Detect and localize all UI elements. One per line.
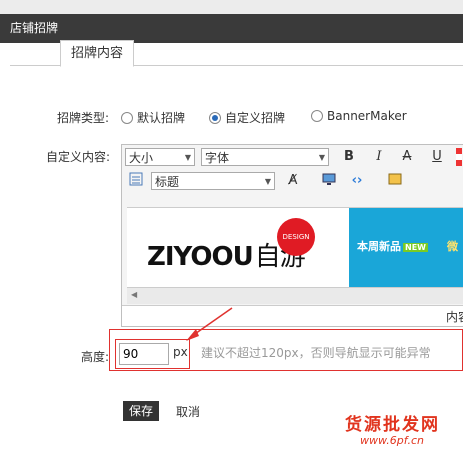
brand-text: ZIYOOU	[147, 242, 254, 272]
chevron-down-icon: ▼	[184, 153, 191, 162]
font-family-select[interactable]: 字体 ▼	[201, 148, 329, 166]
tab-bar: 招牌内容	[10, 37, 463, 67]
chevron-down-icon: ▼	[264, 177, 271, 186]
radio-circle-selected[interactable]	[209, 111, 221, 124]
font-size-value: 大小	[129, 151, 154, 165]
radio-circle[interactable]	[311, 110, 323, 122]
heading-value: 标题	[155, 175, 180, 189]
media-icon[interactable]	[320, 172, 338, 190]
radio-label: 默认招牌	[137, 111, 186, 125]
font-size-select[interactable]: 大小 ▼	[125, 148, 195, 166]
radio-custom-sign[interactable]: 自定义招牌	[209, 109, 285, 126]
strikethrough-button[interactable]: A	[398, 148, 416, 166]
new-products-label: 本周新品 NEW	[357, 238, 428, 254]
banner-right: 本周新品 NEW 微	[349, 208, 463, 288]
design-badge: DESIGN	[277, 218, 315, 256]
rich-text-editor: 大小 ▼ 字体 ▼ B I A U 标题 ▼ A̸ ‹› ZIYOOU自游 DESIG…	[121, 144, 463, 327]
watermark-text: 货源批发网	[345, 415, 440, 435]
heading-select[interactable]: 标题 ▼	[151, 172, 275, 190]
cancel-link[interactable]: 取消	[176, 403, 200, 420]
sign-type-label: 招牌类型:	[57, 111, 110, 125]
radio-bannermaker[interactable]: BannerMaker	[311, 109, 407, 123]
monitor-icon	[322, 173, 336, 185]
height-hint: 建议不超过120px，否则导航显示可能异常	[201, 346, 431, 360]
radio-label: 自定义招牌	[225, 111, 286, 125]
image-icon-svg	[388, 173, 402, 185]
new-products-text: 本周新品	[357, 240, 401, 253]
underline-button[interactable]: U	[428, 148, 446, 166]
height-label: 高度:	[81, 350, 110, 364]
editor-toolbar-2: 标题 ▼ A̸ ‹›	[122, 169, 463, 193]
radio-label: BannerMaker	[327, 109, 407, 123]
height-input-highlight: px	[115, 339, 190, 369]
bold-button[interactable]: B	[340, 148, 358, 166]
editor-content-area[interactable]: ZIYOOU自游 DESIGN 本周新品 NEW 微	[127, 207, 463, 288]
clear-format-icon[interactable]: A̸	[284, 172, 302, 190]
font-family-value: 字体	[205, 151, 230, 165]
italic-button[interactable]: I	[370, 148, 388, 166]
banner-left: ZIYOOU自游 DESIGN	[127, 208, 349, 288]
save-button[interactable]: 保存	[123, 401, 159, 421]
height-input[interactable]	[119, 343, 169, 365]
list-icon[interactable]	[127, 172, 145, 190]
text-color-icon[interactable]	[456, 148, 462, 166]
micro-text: 微	[447, 240, 458, 253]
tab-sign-content[interactable]: 招牌内容	[60, 40, 135, 67]
list-icon-svg	[129, 172, 143, 186]
source-code-icon[interactable]: ‹›	[348, 172, 366, 190]
custom-content-label: 自定义内容:	[46, 150, 111, 164]
editor-footer-text: 内容	[445, 310, 463, 324]
background-page	[0, 0, 463, 14]
scroll-left-icon[interactable]: ◀	[131, 290, 137, 299]
image-icon[interactable]	[386, 172, 404, 190]
watermark-url: www.6pf.cn	[360, 434, 424, 447]
chevron-down-icon: ▼	[318, 153, 325, 162]
background-logo	[115, 0, 145, 12]
editor-toolbar-1: 大小 ▼ 字体 ▼ B I A U	[122, 145, 463, 169]
height-unit: px	[173, 345, 188, 359]
radio-default-sign[interactable]: 默认招牌	[121, 109, 185, 126]
editor-footer: 内容	[122, 305, 463, 326]
radio-circle[interactable]	[121, 111, 133, 124]
new-badge: NEW	[403, 243, 428, 252]
horizontal-scrollbar[interactable]: ◀	[127, 287, 463, 304]
